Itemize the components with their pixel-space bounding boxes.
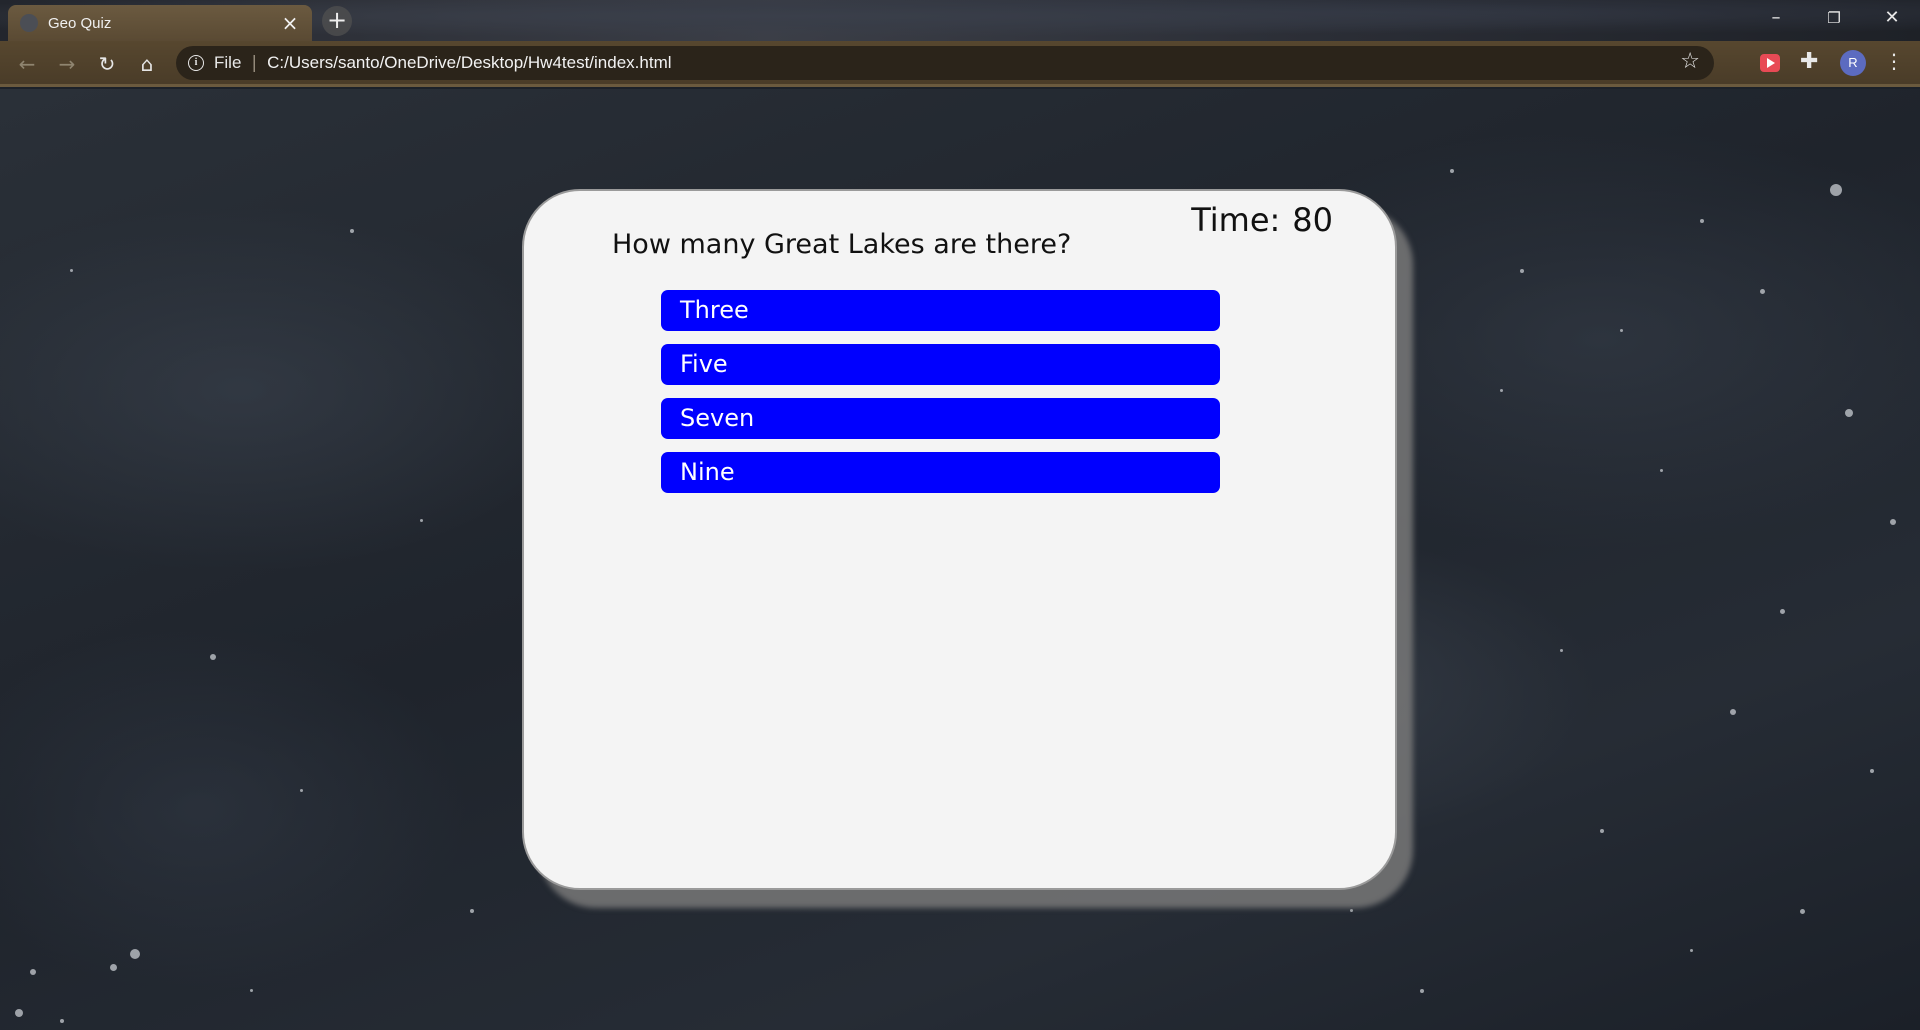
scheme-label: File xyxy=(214,53,242,72)
forward-button[interactable]: → xyxy=(52,49,82,79)
back-button[interactable]: ← xyxy=(12,49,42,79)
question-text: How many Great Lakes are there? xyxy=(612,229,1072,260)
answer-button-seven[interactable]: Seven xyxy=(661,398,1220,439)
tab-title: Geo Quiz xyxy=(48,14,112,32)
extension-video-icon[interactable] xyxy=(1760,54,1780,72)
close-window-button[interactable]: ✕ xyxy=(1864,0,1920,36)
home-button[interactable]: ⌂ xyxy=(132,49,162,79)
browser-titlebar: Geo Quiz × + – ❐ ✕ xyxy=(0,0,1920,41)
timer: Time: 80 xyxy=(1191,201,1333,239)
new-tab-button[interactable]: + xyxy=(322,6,352,36)
info-icon[interactable]: i xyxy=(188,55,204,71)
tab-close-icon[interactable]: × xyxy=(280,13,300,33)
browser-toolbar: ← → ↻ ⌂ i File | C:/Users/santo/OneDrive… xyxy=(0,41,1920,87)
bookmark-star-icon[interactable]: ☆ xyxy=(1680,49,1700,74)
page-background: Time: 80 How many Great Lakes are there?… xyxy=(0,89,1920,1030)
answer-list: Three Five Seven Nine xyxy=(661,290,1220,493)
reload-button[interactable]: ↻ xyxy=(92,49,122,79)
quiz-card: Time: 80 How many Great Lakes are there?… xyxy=(522,189,1397,890)
timer-label: Time: xyxy=(1191,201,1281,239)
answer-button-nine[interactable]: Nine xyxy=(661,452,1220,493)
browser-menu-icon[interactable]: ⋮ xyxy=(1884,49,1904,73)
answer-button-three[interactable]: Three xyxy=(661,290,1220,331)
browser-tab[interactable]: Geo Quiz × xyxy=(8,5,312,41)
address-bar[interactable]: i File | C:/Users/santo/OneDrive/Desktop… xyxy=(176,46,1714,80)
extensions-puzzle-icon[interactable]: ✚ xyxy=(1800,49,1818,74)
restore-button[interactable]: ❐ xyxy=(1806,0,1862,36)
answer-button-five[interactable]: Five xyxy=(661,344,1220,385)
minimize-button[interactable]: – xyxy=(1748,0,1804,36)
timer-value: 80 xyxy=(1292,201,1333,239)
url-text[interactable]: C:/Users/santo/OneDrive/Desktop/Hw4test/… xyxy=(267,53,671,73)
profile-avatar[interactable]: R xyxy=(1840,50,1866,76)
tab-favicon-icon xyxy=(20,14,38,32)
url-separator: | xyxy=(251,53,258,73)
